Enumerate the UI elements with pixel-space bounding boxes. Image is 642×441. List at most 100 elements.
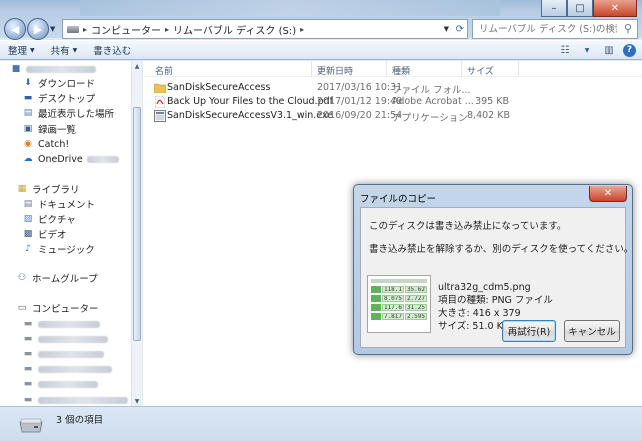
back-button[interactable]: ◀ [4, 18, 26, 40]
file-size: 395 KB [475, 96, 509, 107]
search-input[interactable] [479, 23, 617, 35]
nav-item-downloads[interactable]: ⬇ ダウンロード [22, 75, 95, 91]
nav-item-drive-blurred[interactable]: ▬ [22, 331, 108, 347]
column-header-name[interactable]: 名前 [155, 64, 173, 77]
nav-item-drive-blurred[interactable]: ▬ [22, 392, 128, 406]
nav-item-drive-blurred[interactable]: ▬ [22, 346, 104, 362]
file-modified: 2017/03/16 10:31 [317, 82, 403, 93]
nav-item-drive-blurred[interactable]: ▬ [22, 361, 112, 377]
thumbnail-row: 8.075 2.727 [371, 294, 427, 302]
nav-item-pictures[interactable]: ▨ ピクチャ [22, 211, 76, 227]
nav-buttons: ◀ ▶ ▼ [4, 18, 60, 40]
chevron-down-icon: ▼ [50, 25, 56, 33]
nav-item-catch[interactable]: ◉ Catch! [22, 136, 69, 152]
refresh-icon[interactable]: ⟳ [456, 24, 464, 35]
window-controls: – □ ✕ [541, 0, 637, 17]
thumbnail-label-block [371, 294, 381, 302]
nav-item-homegroup[interactable]: ⚇ ホームグループ [16, 270, 98, 286]
minimize-button[interactable]: – [541, 0, 567, 17]
address-dropdown-icon[interactable]: ▼ [444, 25, 449, 33]
breadcrumb-arrow-icon[interactable]: ▸ [83, 25, 87, 34]
blurred-label [38, 350, 104, 358]
view-list-icon: ☷ [560, 44, 570, 56]
nav-item-computer[interactable]: ▭ コンピューター [16, 300, 99, 316]
chevron-down-icon: ▼ [72, 46, 78, 54]
libraries-icon: ▦ [17, 184, 27, 194]
nav-item-onedrive[interactable]: ☁ OneDrive [22, 151, 119, 167]
blurred-taskbar-strip [80, 0, 500, 16]
nav-item-videos[interactable]: ▩ ビデオ [22, 226, 67, 242]
scroll-down-icon[interactable]: ▼ [132, 396, 142, 406]
computer-icon: ▭ [17, 303, 27, 313]
nav-item-recordings[interactable]: ▣ 録画一覧 [22, 121, 76, 137]
column-header-type[interactable]: 種類 [392, 64, 410, 77]
breadcrumb-arrow-icon[interactable]: ▸ [300, 25, 304, 34]
file-type: ファイル フォル... [392, 85, 471, 96]
nav-item-drive-blurred[interactable]: ▬ [22, 316, 100, 332]
file-modified: 2016/09/20 21:54 [317, 110, 403, 121]
address-bar[interactable]: ▸ コンピューター ▸ リムーバブル ディスク (S:) ▸ ▼ ⟳ [62, 19, 468, 39]
thumbnail-label-block [371, 303, 381, 311]
nav-item-music[interactable]: ♪ ミュージック [22, 241, 95, 257]
file-info-dimensions: 大きさ: 416 x 379 [438, 308, 521, 319]
file-copy-dialog: ファイルのコピー ✕ このディスクは書き込み禁止になっています。 書き込み禁止を… [353, 184, 633, 355]
nav-item-desktop[interactable]: ▬ デスクトップ [22, 90, 95, 106]
share-menu[interactable]: 共有 ▼ [43, 41, 86, 59]
forward-button[interactable]: ▶ [27, 18, 49, 40]
burn-label: 書き込む [93, 46, 132, 57]
file-size: 8,402 KB [467, 110, 510, 121]
change-view-button[interactable]: ☷ [557, 43, 573, 57]
scroll-up-icon[interactable]: ▲ [132, 61, 142, 71]
breadcrumb-computer[interactable]: コンピューター [91, 22, 161, 37]
command-bar: 整理 ▼ 共有 ▼ 書き込む ☷ ▼ ▥ ? [0, 40, 642, 60]
blurred-label [86, 155, 119, 163]
recordings-icon: ▣ [23, 124, 33, 134]
column-divider[interactable] [386, 61, 387, 77]
recent-pages-dropdown[interactable]: ▼ [50, 18, 60, 40]
retry-button[interactable]: 再試行(R) [502, 320, 556, 342]
minimize-icon: – [551, 2, 557, 14]
dialog-close-button[interactable]: ✕ [589, 186, 627, 202]
thumbnail-header [371, 279, 427, 283]
removable-drive-icon [19, 418, 43, 433]
file-row[interactable]: SanDiskSecureAccessV3.1_win.exe 2016/09/… [143, 109, 642, 124]
search-icon[interactable]: ⚲ [624, 22, 632, 35]
column-divider[interactable] [518, 61, 519, 77]
help-button[interactable]: ? [623, 43, 636, 57]
nav-pane-scrollbar[interactable]: ▲ ▼ [131, 61, 142, 406]
column-divider[interactable] [311, 61, 312, 77]
breadcrumb-arrow-icon[interactable]: ▸ [165, 25, 169, 34]
view-controls: ☷ ▼ ▥ ? [557, 43, 636, 57]
back-arrow-icon: ◀ [10, 22, 20, 36]
breadcrumb-removable-disk[interactable]: リムーバブル ディスク (S:) [173, 22, 296, 37]
column-header-size[interactable]: サイズ [467, 64, 494, 77]
drive-icon: ▬ [23, 334, 33, 344]
preview-pane-button[interactable]: ▥ [601, 43, 617, 57]
scrollbar-thumb[interactable] [133, 107, 141, 341]
close-window-button[interactable]: ✕ [593, 0, 637, 17]
drive-icon [67, 25, 79, 33]
column-header-modified[interactable]: 更新日時 [317, 64, 353, 77]
burn-button[interactable]: 書き込む [85, 41, 139, 59]
help-icon: ? [626, 45, 633, 55]
file-row[interactable]: Back Up Your Files to the Cloud.pdf 2017… [143, 95, 642, 109]
nav-item-label: ホームグループ [32, 274, 98, 285]
file-row[interactable]: SanDiskSecureAccess 2017/03/16 10:31 ファイ… [143, 81, 642, 96]
drive-icon: ▬ [23, 349, 33, 359]
view-options-dropdown[interactable]: ▼ [579, 43, 595, 57]
onedrive-icon: ☁ [23, 154, 33, 164]
pictures-icon: ▨ [23, 214, 33, 224]
nav-item-libraries[interactable]: ▦ ライブラリ [16, 181, 80, 197]
column-divider[interactable] [461, 61, 462, 77]
nav-item-documents[interactable]: ▤ ドキュメント [22, 196, 95, 212]
cancel-button[interactable]: キャンセル [564, 320, 620, 342]
thumbnail-value: 117.6 [382, 303, 404, 311]
nav-item-drive-blurred[interactable]: ▬ [22, 376, 98, 392]
homegroup-icon: ⚇ [17, 273, 27, 283]
maximize-button[interactable]: □ [567, 0, 593, 17]
blurred-label [38, 335, 108, 343]
organize-menu[interactable]: 整理 ▼ [0, 41, 43, 59]
instruction-message: 書き込み禁止を解除するか、別のディスクを使ってください。 [369, 244, 634, 255]
search-box[interactable]: ⚲ [472, 19, 638, 39]
nav-item-recent-places[interactable]: ▤ 最近表示した場所 [22, 105, 114, 121]
